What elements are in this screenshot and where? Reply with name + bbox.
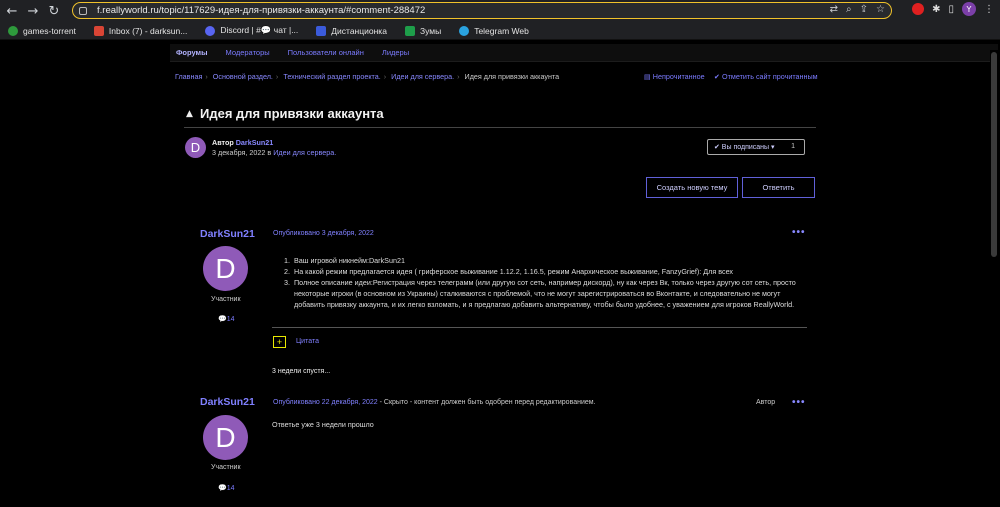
list-item: 1. Ваш игровой никнейм:DarkSun21: [284, 256, 405, 265]
post-count[interactable]: 💬14: [218, 484, 235, 492]
bookmark-games-torrent[interactable]: games-torrent: [8, 25, 76, 36]
crumb-main[interactable]: Основной раздел.: [213, 72, 273, 81]
url-text: f.reallyworld.ru/topic/117629-идея-для-п…: [97, 5, 426, 16]
bookmark-zoom[interactable]: Зумы: [404, 25, 441, 36]
crumb-ideas[interactable]: Идеи для сервера.: [391, 72, 454, 81]
subscriber-count: 1: [791, 143, 795, 150]
forum-link[interactable]: Идеи для сервера.: [273, 148, 336, 157]
topic-date: 3 декабря, 2022 в Идеи для сервера.: [212, 148, 337, 157]
page-title: Идея для привязки аккаунта: [200, 106, 384, 121]
divider: [272, 327, 807, 328]
post-date[interactable]: Опубликовано 3 декабря, 2022: [273, 230, 374, 237]
puzzle-icon[interactable]: ✱: [932, 4, 940, 15]
mark-all-read-link[interactable]: ✔ Отметить сайт прочитанным: [714, 72, 818, 81]
create-topic-button[interactable]: Создать новую тему: [646, 177, 738, 198]
list-item: 2. На какой режим предлагается идея ( гри…: [284, 267, 734, 276]
bookmark-distance[interactable]: Дистанционка: [316, 25, 387, 36]
address-bar[interactable]: f.reallyworld.ru/topic/117629-идея-для-п…: [72, 2, 892, 19]
unread-link[interactable]: ▤ Непрочитанное: [644, 72, 705, 81]
site-nav: Форумы Модераторы Пользователи онлайн Ли…: [170, 44, 998, 62]
avatar[interactable]: D: [185, 137, 206, 158]
page-content: Форумы Модераторы Пользователи онлайн Ли…: [0, 41, 1000, 507]
breadcrumb: Главная › Основной раздел. › Технический р…: [175, 72, 560, 81]
discord-icon: [205, 25, 216, 36]
post-date: Опубликовано 22 декабря, 2022 - Скрыто -…: [273, 399, 596, 406]
menu-icon[interactable]: ⋮: [984, 4, 994, 15]
check-icon: ✔: [714, 72, 723, 81]
forward-icon[interactable]: →: [24, 2, 42, 20]
post-author-link[interactable]: DarkSun21: [200, 396, 255, 408]
bookmark-discord[interactable]: Discord | #💬 чат |...: [205, 25, 298, 36]
crumb-tech[interactable]: Технический раздел проекта.: [283, 72, 380, 81]
crumb-current: Идея для привязки аккаунта: [464, 72, 560, 81]
author-badge: Автор: [756, 399, 776, 406]
nav-moderators[interactable]: Модераторы: [226, 48, 270, 57]
browser-toolbar: ← → ↻ f.reallyworld.ru/topic/117629-идея…: [0, 0, 1000, 22]
profile-avatar[interactable]: Y: [962, 2, 976, 16]
translate-icon[interactable]: ⇄: [830, 4, 838, 15]
time-gap-label: 3 недели спустя...: [272, 368, 331, 375]
reload-icon[interactable]: ↻: [45, 2, 63, 20]
scrollbar-thumb[interactable]: [991, 52, 997, 257]
post-date-link[interactable]: Опубликовано 22 декабря, 2022: [273, 399, 378, 406]
topic-header: ▲ Идея для привязки аккаунта: [184, 104, 816, 128]
star-icon[interactable]: ☆: [876, 4, 885, 15]
list-item: 3. Полное описание идеи:Регистрация через…: [284, 278, 796, 309]
topic-author: Автор DarkSun21: [212, 138, 274, 147]
bookmark-telegram[interactable]: Telegram Web: [459, 25, 529, 36]
nav-forums[interactable]: Форумы: [176, 48, 208, 57]
nav-online-users[interactable]: Пользователи онлайн: [288, 48, 364, 57]
reply-button[interactable]: Ответить: [742, 177, 815, 198]
user-role: Участник: [211, 464, 241, 471]
avatar[interactable]: D: [203, 415, 248, 460]
classroom-icon: [316, 25, 327, 36]
zoom-icon[interactable]: ⌕: [846, 4, 852, 15]
crumb-home[interactable]: Главная: [175, 72, 202, 81]
bookmarks-bar: games-torrent Inbox (7) - darksun... Dis…: [0, 22, 1000, 40]
post-author-link[interactable]: DarkSun21: [200, 228, 255, 240]
post-count[interactable]: 💬14: [218, 315, 235, 323]
bookmark-icon: [8, 25, 18, 36]
sheets-icon: [404, 25, 415, 36]
extension-icon[interactable]: [912, 3, 925, 15]
quote-button[interactable]: Цитата: [296, 338, 319, 345]
nav-leaders[interactable]: Лидеры: [382, 48, 409, 57]
avatar[interactable]: D: [203, 246, 248, 291]
sidebar-icon[interactable]: ▯: [948, 4, 954, 15]
telegram-icon: [459, 25, 470, 36]
more-options-icon[interactable]: •••: [792, 397, 806, 408]
post-body: Ответье уже 3 недели прошло: [272, 420, 374, 429]
gmail-icon: [93, 25, 104, 36]
share-icon[interactable]: ⇪: [860, 4, 868, 15]
unread-icon: ▤: [644, 72, 653, 81]
author-link[interactable]: DarkSun21: [236, 138, 274, 147]
multiquote-button[interactable]: +: [273, 336, 286, 348]
lock-icon: [79, 6, 87, 15]
subscribe-button[interactable]: ✔ Вы подписаны ▾ 1: [707, 139, 805, 155]
bookmark-inbox[interactable]: Inbox (7) - darksun...: [93, 25, 187, 36]
hidden-note: - Скрыто - контент должен быть одобрен п…: [377, 399, 596, 406]
more-options-icon[interactable]: •••: [792, 227, 806, 238]
post-body: 1. Ваш игровой никнейм:DarkSun21 2. На как…: [284, 255, 808, 310]
user-role: Участник: [211, 296, 241, 303]
back-icon[interactable]: ←: [3, 2, 21, 20]
warning-icon: ▲: [186, 109, 193, 119]
